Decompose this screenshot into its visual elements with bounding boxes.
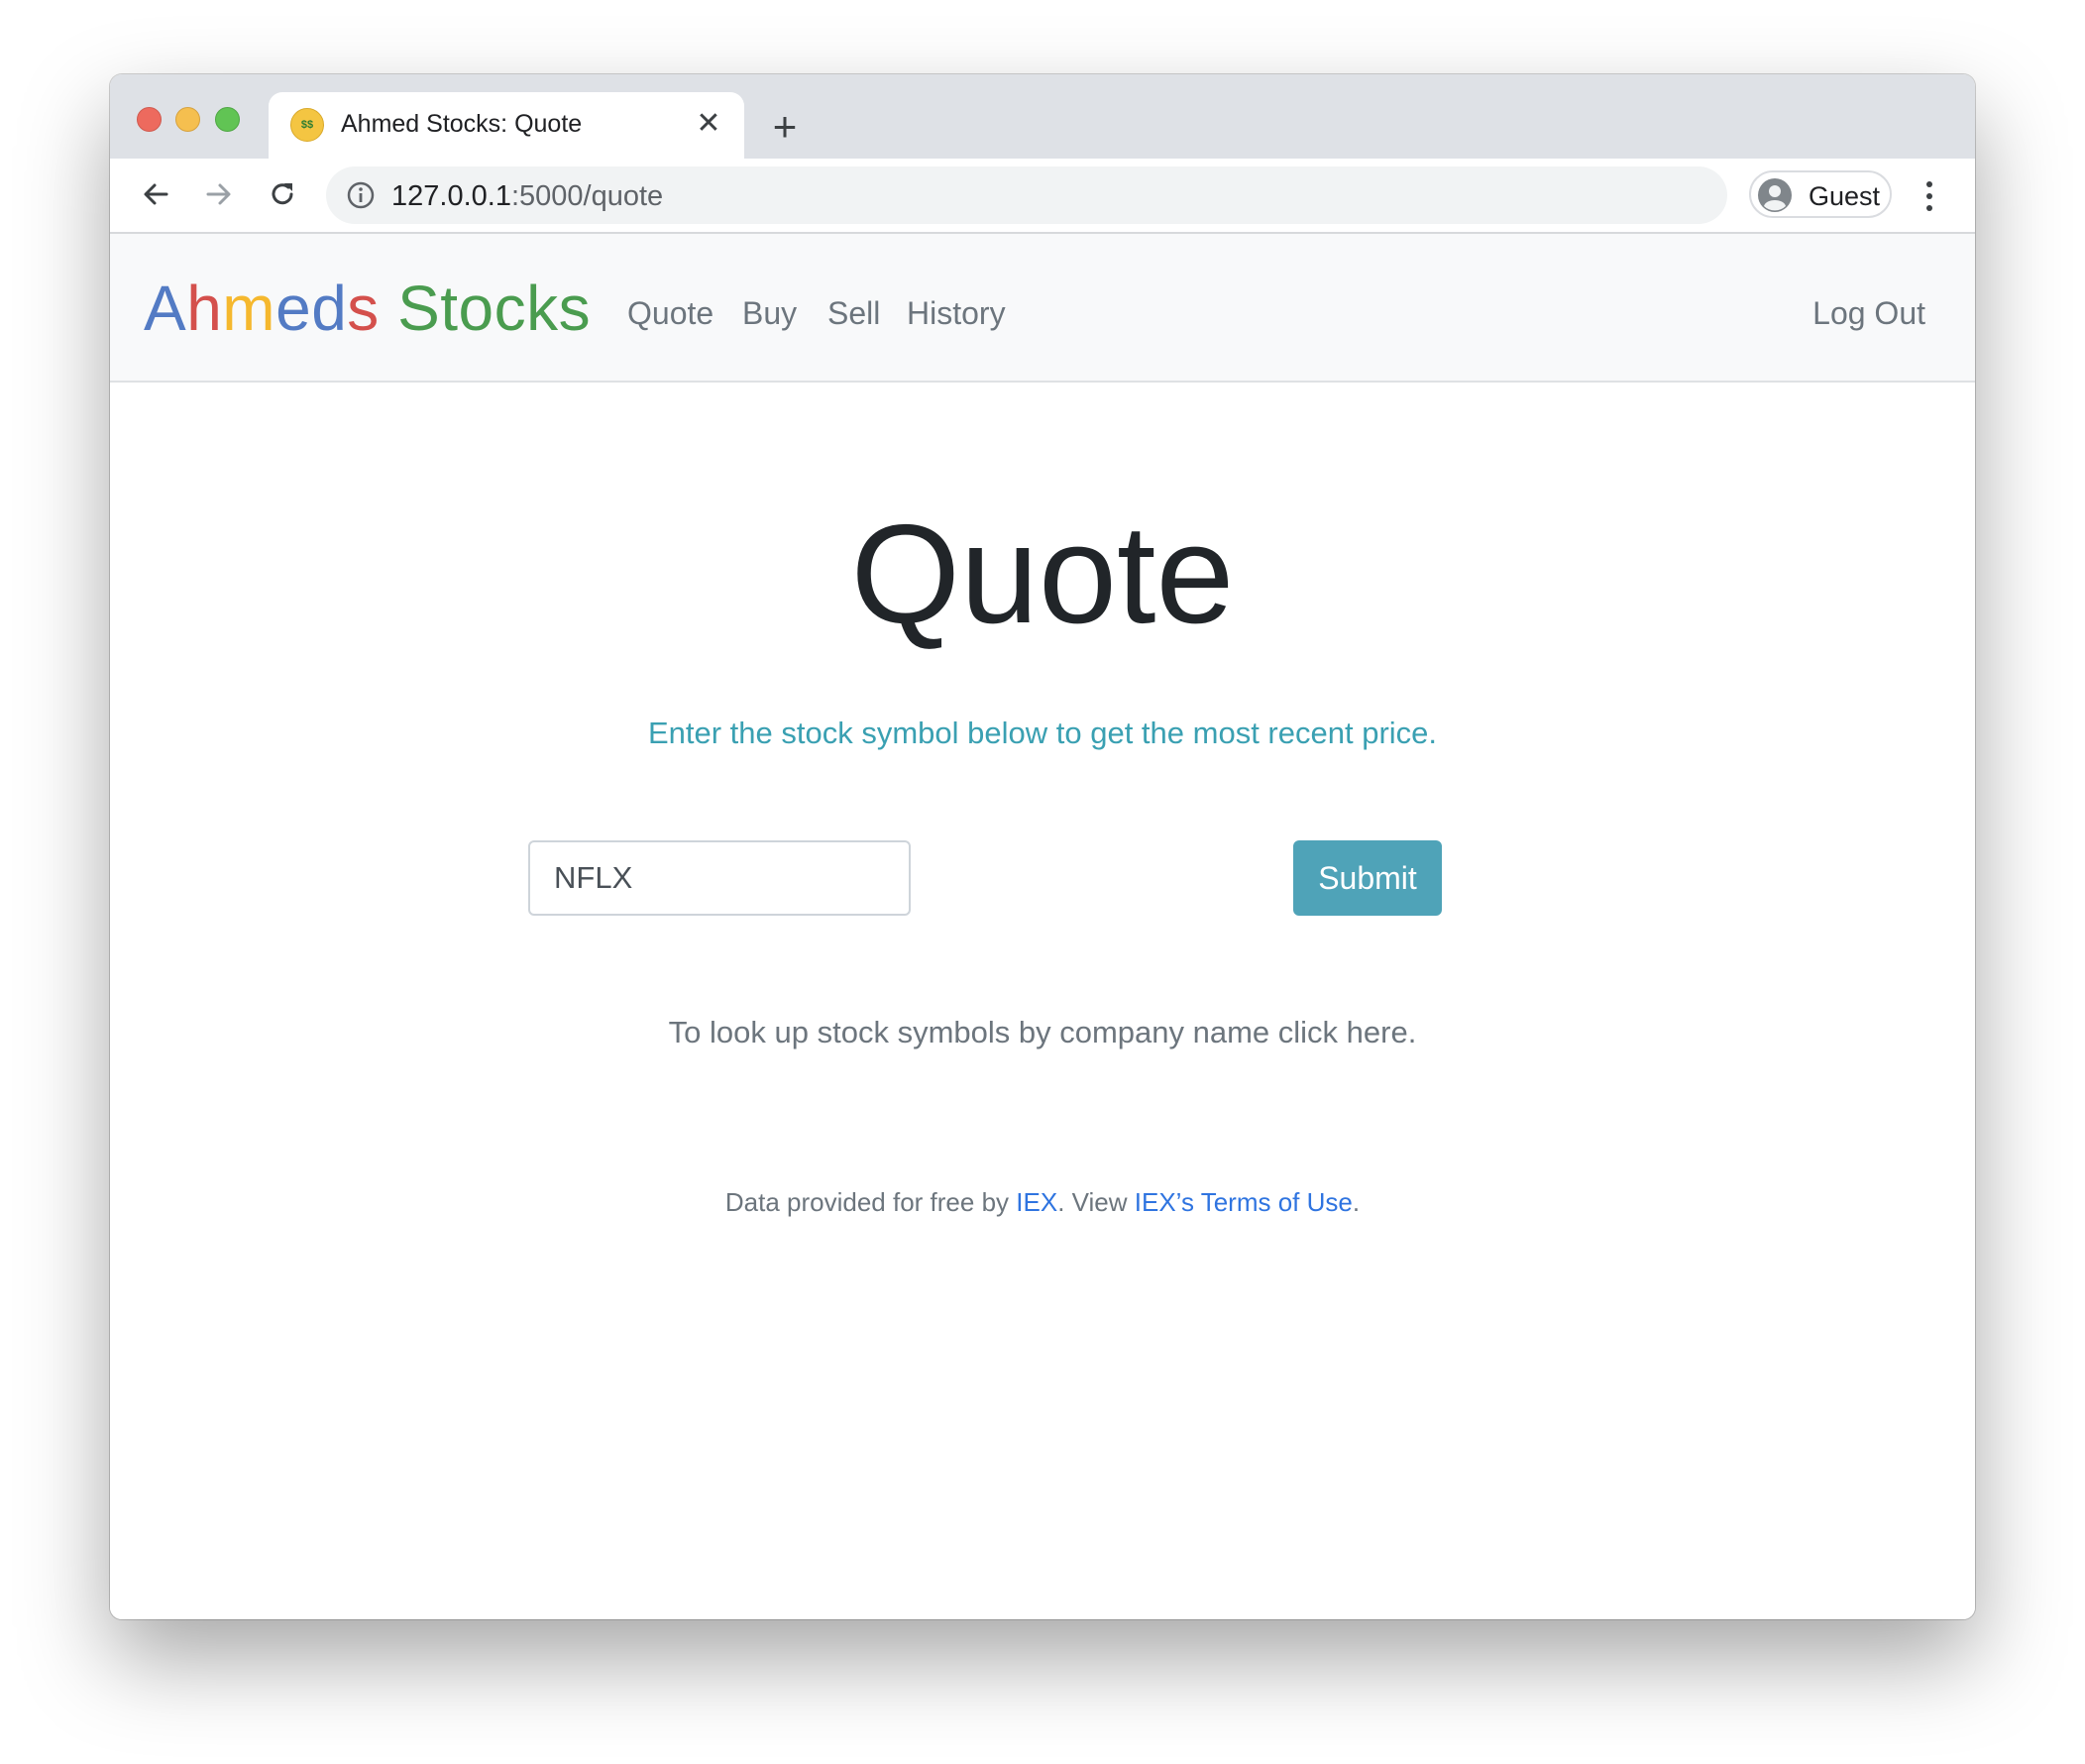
address-bar[interactable]: 127.0.0.1:5000/quote [326,166,1727,224]
window-maximize-button[interactable] [215,107,240,132]
tab-title: Ahmed Stocks: Quote [341,110,583,138]
footer-prefix: Data provided for free by [724,1187,1017,1217]
browser-toolbar: 127.0.0.1:5000/quote Guest [110,159,1975,234]
brand-letter: s [347,273,380,344]
window-close-button[interactable] [137,107,162,132]
brand-first-word: Ahmeds [144,273,380,344]
iex-terms-link[interactable]: IEX’s Terms of Use [1135,1187,1353,1217]
instruction-text: Enter the stock symbol below to get the … [647,716,1438,750]
brand-letter: m [222,273,276,344]
brand-letter: h [186,273,223,344]
profile-name: Guest [1809,181,1881,211]
info-icon[interactable] [346,180,376,210]
brand-letter: A [144,273,187,344]
profile-button[interactable]: Guest [1749,170,1892,218]
iex-link[interactable]: IEX [1016,1187,1057,1217]
nav-link-sell[interactable]: Sell [827,295,880,332]
avatar-icon [1758,178,1792,212]
nav-link-buy[interactable]: Buy [742,295,797,332]
page-title: Quote [850,496,1235,653]
forward-arrow-icon[interactable] [195,170,243,218]
brand-logo[interactable]: Ahmeds Stocks [144,272,591,345]
page-content: Ahmeds Stocks Quote Buy Sell History Log… [110,234,1975,1619]
tab-strip: $$ Ahmed Stocks: Quote ✕ + [110,74,1975,159]
money-mouth-face-icon: $$ [290,108,324,142]
nav-link-quote[interactable]: Quote [627,295,713,332]
site-navbar: Ahmeds Stocks Quote Buy Sell History Log… [110,234,1975,383]
footer-suffix: . [1352,1187,1361,1217]
browser-window: $$ Ahmed Stocks: Quote ✕ + 127.0.0.1:500… [110,74,1975,1619]
reload-icon[interactable] [259,170,306,218]
brand-letter: d [311,273,348,344]
lookup-link-text[interactable]: To look up stock symbols by company name… [110,1015,1975,1050]
footer-attribution: Data provided for free by IEX. View IEX’… [110,1187,1975,1218]
back-arrow-icon[interactable] [132,170,179,218]
more-menu-icon[interactable] [1918,172,1941,220]
url-text: 127.0.0.1:5000/quote [391,180,663,213]
url-path: :5000/quote [510,180,664,212]
new-tab-icon[interactable]: + [764,106,806,148]
brand-second-word: Stocks [397,273,592,344]
browser-tab-active[interactable]: $$ Ahmed Stocks: Quote ✕ [269,92,744,159]
symbol-input[interactable] [528,840,911,916]
url-host: 127.0.0.1 [391,180,511,212]
tab-close-icon[interactable]: ✕ [691,106,726,142]
nav-link-history[interactable]: History [907,295,1006,332]
window-minimize-button[interactable] [175,107,200,132]
brand-letter: e [275,273,312,344]
footer-middle: . View [1057,1187,1135,1217]
nav-link-logout[interactable]: Log Out [1812,295,1925,332]
submit-button[interactable]: Submit [1293,840,1442,916]
